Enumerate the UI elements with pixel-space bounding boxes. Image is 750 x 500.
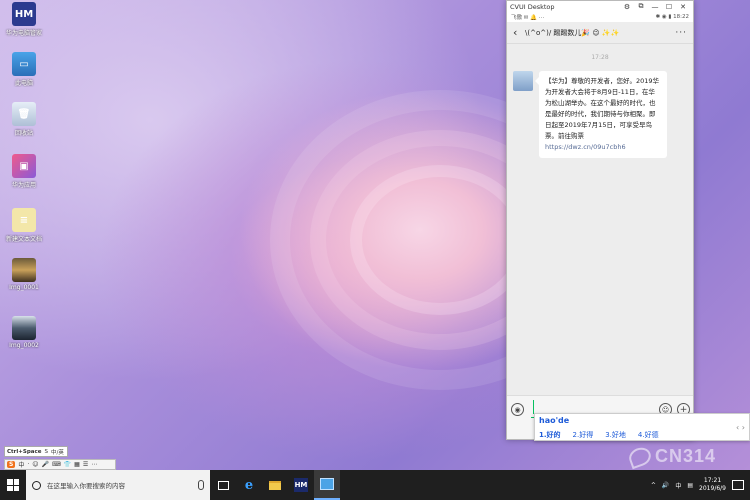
minimize-button[interactable]: — (648, 3, 662, 11)
desktop-icon-image-2[interactable]: Img_0002 (4, 316, 44, 349)
watermark: CN314 (626, 444, 716, 469)
message-bubble[interactable]: 【华为】尊敬的开发者，您好。2019华为开发者大会将于8月9日-11日，在华为松… (535, 71, 667, 158)
desktop-icon-label: 回收站 (14, 130, 33, 137)
chat-message-list[interactable]: 17:28 【华为】尊敬的开发者，您好。2019华为开发者大会将于8月9日-11… (507, 44, 693, 394)
keyboard-icon[interactable]: ⌨ (52, 461, 61, 468)
ime-candidate[interactable]: 4.好德 (638, 430, 659, 440)
app-icon: ▣ (12, 154, 36, 178)
ime-hint-key: Ctrl+Space (7, 448, 42, 455)
text-cursor (533, 400, 534, 414)
chat-contact-name: \(^o^)/ 踢踢数儿🎉 😉 ✨✨ (525, 28, 620, 37)
edge-icon: e (244, 477, 254, 493)
watermark-text: CN314 (654, 446, 716, 466)
phone-mirror-window: CVUI Desktop ⚙ ⧉ — ☐ ✕ 飞傲 ✉ 🔔 ⋯ ✱ ◉ ▮ 18… (506, 0, 694, 440)
desktop-icon-this-pc[interactable]: ▭ 此电脑 (4, 52, 44, 87)
chat-header: ‹ \(^o^)/ 踢踢数儿🎉 😉 ✨✨ ··· (507, 22, 693, 44)
chat-message: 【华为】尊敬的开发者，您好。2019华为开发者大会将于8月9日-11日，在华为松… (513, 71, 687, 158)
toolbox-icon[interactable]: ▦ (74, 461, 80, 468)
skin-icon[interactable]: 👕 (64, 461, 71, 468)
ime-page-nav[interactable]: ‹ › (736, 423, 745, 432)
ime-pinyin: hao'de (539, 416, 570, 425)
desktop-icon-label: 此电脑 (14, 80, 33, 87)
cvui-app-icon (320, 478, 334, 490)
desktop-icon-image-1[interactable]: Img_0001 (4, 258, 44, 291)
watermark-logo-icon (626, 444, 654, 469)
status-left: 飞傲 ✉ 🔔 ⋯ (511, 15, 545, 21)
ime-hint-bar: Ctrl+Space S 中/英 (4, 446, 68, 457)
ime-candidate[interactable]: 3.好地 (605, 430, 626, 440)
ime-candidate[interactable]: 2.好得 (573, 430, 594, 440)
task-view-icon (217, 480, 229, 490)
message-text: 【华为】尊敬的开发者，您好。2019华为开发者大会将于8月9日-11日，在华为松… (545, 77, 660, 140)
search-placeholder: 在这里输入你要搜索的内容 (47, 482, 125, 490)
window-title: CVUI Desktop (510, 2, 555, 11)
cortana-icon[interactable] (32, 480, 41, 490)
image-file-icon (12, 258, 36, 282)
desktop-icon-label: 华为应用 (11, 182, 36, 189)
ime-hint-logo: S (44, 448, 48, 455)
microphone-icon[interactable] (198, 480, 204, 490)
desktop-icon-label: 新建文本文档 (5, 236, 42, 243)
cvui-taskbar-button[interactable] (314, 470, 340, 500)
message-link[interactable]: https://dwz.cn/09u7cbh6 (545, 143, 626, 151)
ime-hint-mode: 中/英 (50, 449, 64, 456)
clock-date: 2019/6/9 (699, 485, 726, 492)
recycle-bin-icon: 🗑 (12, 102, 36, 126)
maximize-button[interactable]: ☐ (662, 3, 676, 11)
desktop-icon-text-file[interactable]: ≡ 新建文本文档 (4, 208, 44, 243)
folder-icon (269, 480, 281, 490)
system-tray: ^ 🔊 中 ▤ 17:21 2019/6/9 (651, 477, 750, 493)
more-icon[interactable]: ⋯ (91, 461, 97, 468)
huawei-pc-manager-icon: HM (294, 478, 308, 492)
network-icon[interactable]: ▤ (687, 482, 693, 489)
ime-candidate[interactable]: 1.好的 (539, 430, 561, 440)
desktop-icon-label: Img_0001 (9, 284, 39, 291)
ime-candidate-window: hao'de 1.好的 2.好得 3.好地 4.好德 ‹ › (534, 413, 750, 441)
voice-input-icon[interactable]: ◉ (511, 403, 524, 416)
show-hidden-icons-icon[interactable]: ^ (651, 482, 656, 489)
taskbar-search-box[interactable]: 在这里输入你要搜索的内容 (26, 470, 210, 500)
chinese-mode-icon[interactable]: 中 (18, 460, 24, 469)
sender-avatar[interactable] (513, 71, 533, 91)
menu-icon[interactable]: ☰ (83, 461, 88, 468)
ime-toolbar: S 中 · ☺ 🎤 ⌨ 👕 ▦ ☰ ⋯ (4, 459, 116, 470)
punctuation-icon[interactable]: · (27, 461, 29, 468)
more-options-icon[interactable]: ··· (675, 28, 687, 38)
edge-button[interactable]: e (236, 470, 262, 500)
huawei-pc-manager-icon: HM (12, 2, 36, 26)
taskbar: 在这里输入你要搜索的内容 e HM ^ 🔊 中 ▤ 17:21 2019/6/9 (0, 470, 750, 500)
computer-icon: ▭ (12, 52, 36, 76)
task-view-button[interactable] (210, 470, 236, 500)
message-timestamp: 17:28 (591, 54, 609, 61)
emoji-icon[interactable]: ☺ (32, 461, 38, 468)
pc-manager-taskbar-button[interactable]: HM (288, 470, 314, 500)
wallpaper-swirl (350, 165, 530, 315)
close-button[interactable]: ✕ (676, 3, 690, 11)
file-explorer-button[interactable] (262, 470, 288, 500)
desktop-icon-label: 华为电脑管家 (5, 30, 42, 37)
sogou-logo-icon[interactable]: S (7, 461, 16, 468)
microphone-icon[interactable]: 🎤 (42, 461, 49, 468)
desktop-icon-pc-manager[interactable]: HM 华为电脑管家 (4, 2, 44, 37)
window-titlebar[interactable]: CVUI Desktop ⚙ ⧉ — ☐ ✕ (507, 1, 693, 12)
status-right: ✱ ◉ ▮ 18:22 (655, 14, 689, 20)
desktop-icon-label: Img_0002 (9, 342, 39, 349)
desktop-icon-recycle-bin[interactable]: 🗑 回收站 (4, 102, 44, 137)
phone-status-bar: 飞傲 ✉ 🔔 ⋯ ✱ ◉ ▮ 18:22 (507, 12, 693, 22)
restore-icon[interactable]: ⧉ (634, 2, 648, 11)
notification-center-icon[interactable] (732, 480, 744, 490)
start-button[interactable] (0, 470, 26, 500)
windows-logo-icon (7, 479, 19, 491)
volume-icon[interactable]: 🔊 (662, 482, 669, 489)
system-clock[interactable]: 17:21 2019/6/9 (699, 477, 726, 493)
desktop-icon-app[interactable]: ▣ 华为应用 (4, 154, 44, 189)
image-file-icon (12, 316, 36, 340)
input-language-icon[interactable]: 中 (675, 481, 681, 490)
back-arrow-icon[interactable]: ‹ (513, 26, 525, 39)
settings-icon[interactable]: ⚙ (620, 3, 634, 11)
clock-time: 17:21 (703, 477, 722, 484)
ime-candidates: 1.好的 2.好得 3.好地 4.好德 (539, 430, 659, 440)
text-file-icon: ≡ (12, 208, 36, 232)
